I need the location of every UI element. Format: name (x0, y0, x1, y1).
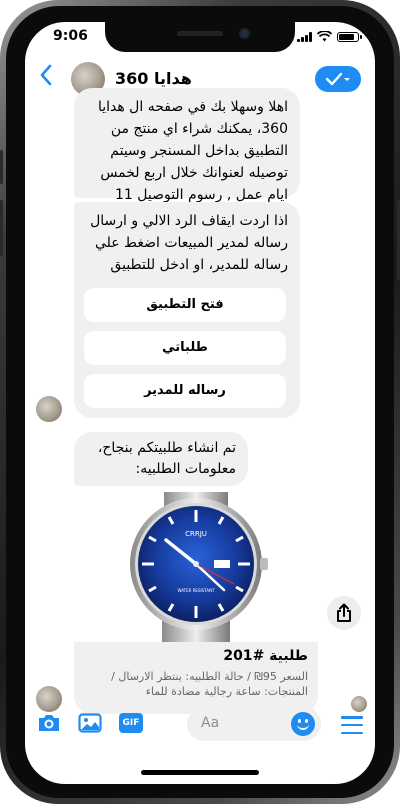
gif-icon[interactable]: GIF (119, 713, 143, 733)
emoji-icon[interactable] (291, 712, 315, 736)
back-icon[interactable] (39, 64, 53, 92)
actions-menu-button[interactable] (315, 66, 361, 92)
watch-subtext: WATER RESISTANT (177, 588, 215, 593)
message-manager-button[interactable]: رساله للمدير (84, 374, 286, 408)
speaker (177, 31, 223, 36)
phone-frame: 9:06 هدايا 360 اهلا وسهلا بك في صفحه ال … (0, 0, 400, 804)
message-composer: GIF Aa (25, 704, 375, 746)
share-icon (337, 603, 351, 622)
camera-icon[interactable] (37, 713, 61, 733)
page-title[interactable]: هدايا 360 (115, 69, 192, 88)
battery-icon (337, 32, 362, 42)
order-meta-line: السعر 95₪ / حالة الطلبيه: ينتظر الارسال … (111, 670, 308, 683)
open-app-button[interactable]: فتح التطبيق (84, 288, 286, 322)
product-image[interactable]: CRRJU WATER RESISTANT (74, 492, 318, 642)
order-meta: السعر 95₪ / حالة الطلبيه: ينتظر الارسال … (84, 669, 308, 699)
home-indicator (141, 770, 259, 775)
side-button (0, 150, 3, 184)
status-time: 9:06 (53, 28, 88, 44)
notch (105, 22, 295, 52)
order-created-message: تم انشاء طلبيتكم بنجاح، معلومات الطلبيه: (74, 432, 248, 486)
side-button (0, 200, 3, 256)
signal-icon (297, 32, 312, 42)
manager-prompt-text: اذا اردت ايقاف الرد الالي و ارسال رساله … (90, 213, 288, 273)
welcome-message: اهلا وسهلا بك في صفحه ال هدايا 360، يمكن… (74, 88, 300, 225)
watch-icon: CRRJU WATER RESISTANT (130, 492, 268, 642)
checkmark-icon (325, 72, 350, 86)
message-input[interactable]: Aa (187, 707, 321, 741)
watch-brand-text: CRRJU (185, 530, 207, 538)
front-camera (239, 28, 250, 39)
order-id: طلبية #201 (223, 648, 308, 664)
image-icon[interactable] (78, 713, 102, 733)
my-orders-button[interactable]: طلباتي (84, 331, 286, 365)
wifi-icon (317, 31, 332, 42)
gif-label: GIF (122, 718, 140, 728)
message-input-placeholder: Aa (201, 715, 220, 731)
manager-prompt-message: اذا اردت ايقاف الرد الالي و ارسال رساله … (74, 202, 300, 418)
share-button[interactable] (327, 596, 361, 630)
status-icons (297, 31, 362, 42)
order-card[interactable]: CRRJU WATER RESISTANT طلبية #201 السعر 9… (74, 492, 318, 714)
screen: 9:06 هدايا 360 اهلا وسهلا بك في صفحه ال … (25, 22, 375, 784)
menu-icon[interactable] (341, 716, 363, 734)
order-meta-line: المنتجات: ساعة رجالية مضادة للماء (145, 685, 308, 698)
message-thread[interactable]: اهلا وسهلا بك في صفحه ال هدايا 360، يمكن… (25, 88, 375, 714)
sender-avatar (36, 396, 62, 422)
